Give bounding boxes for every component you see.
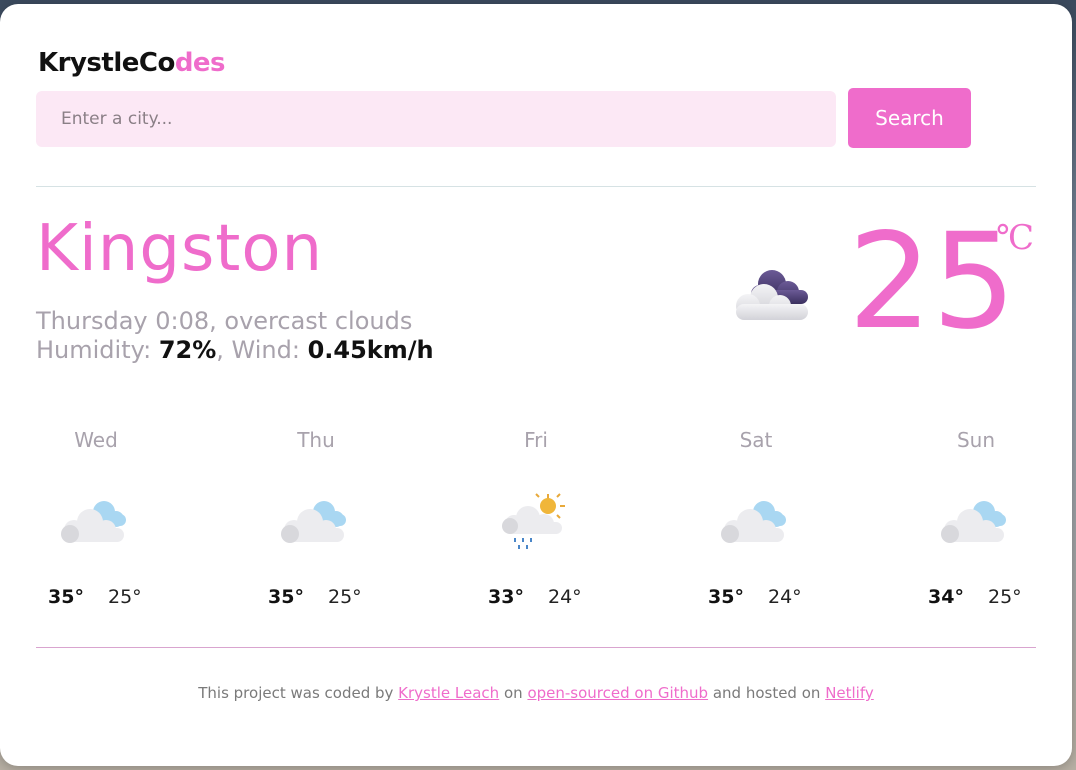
- current-details: Thursday 0:08, overcast clouds Humidity:…: [36, 307, 434, 365]
- search-button[interactable]: Search: [848, 88, 971, 148]
- humidity-value: 72%: [158, 336, 217, 364]
- forecast-max-temp: 33°: [488, 586, 524, 608]
- forecast-day-name: Fri: [524, 428, 548, 452]
- forecast-row: Wed 35° 25° Thu 35° 25° Fri 33° 24° Sat …: [36, 424, 1046, 624]
- netlify-link[interactable]: Netlify: [825, 684, 874, 702]
- forecast-day: Thu 35° 25°: [256, 424, 376, 624]
- forecast-day: Sat 35° 24°: [696, 424, 816, 624]
- forecast-max-temp: 35°: [48, 586, 84, 608]
- forecast-day: Sun 34° 25°: [916, 424, 1036, 624]
- forecast-day-name: Thu: [297, 428, 335, 452]
- wind-value: 0.45km/h: [307, 336, 434, 364]
- humidity-wind-line: Humidity: 72%, Wind: 0.45km/h: [36, 336, 434, 364]
- footer: This project was coded by Krystle Leach …: [0, 684, 1072, 702]
- forecast-day: Wed 35° 25°: [36, 424, 156, 624]
- forecast-max-temp: 35°: [268, 586, 304, 608]
- forecast-min-temp: 25°: [988, 586, 1022, 608]
- divider: [36, 647, 1036, 648]
- weather-description: overcast clouds: [224, 307, 413, 335]
- partly-cloudy-icon: [941, 501, 1006, 543]
- forecast-day-name: Sat: [739, 428, 773, 452]
- humidity-label: Humidity:: [36, 336, 152, 364]
- forecast-min-temp: 24°: [768, 586, 802, 608]
- date-description-line: Thursday 0:08, overcast clouds: [36, 307, 413, 335]
- divider: [36, 186, 1036, 187]
- weather-card: KrystleCodes Search Kingston Thursday 0:…: [0, 4, 1072, 766]
- forecast-min-temp: 25°: [108, 586, 142, 608]
- forecast-min-temp: 24°: [548, 586, 582, 608]
- author-link[interactable]: Krystle Leach: [398, 684, 499, 702]
- day-time: Thursday 0:08: [36, 307, 210, 335]
- forecast-max-temp: 35°: [708, 586, 744, 608]
- forecast-min-temp: 25°: [328, 586, 362, 608]
- logo-text-main: KrystleCo: [38, 48, 175, 78]
- footer-text: on: [503, 684, 523, 702]
- city-search-input[interactable]: [36, 91, 836, 147]
- current-temperature: 25: [848, 205, 1016, 359]
- celsius-unit-toggle[interactable]: ℃: [996, 218, 1034, 258]
- forecast-max-temp: 34°: [928, 586, 964, 608]
- sun-rain-cloud-icon: [502, 493, 565, 549]
- logo[interactable]: KrystleCodes: [38, 48, 226, 78]
- partly-cloudy-icon: [61, 501, 126, 543]
- city-name: Kingston: [36, 212, 324, 286]
- footer-text: This project was coded by: [198, 684, 394, 702]
- forecast-day: Fri 33° 24°: [476, 424, 596, 624]
- forecast-day-name: Sun: [956, 428, 996, 452]
- footer-text: and hosted on: [712, 684, 821, 702]
- partly-cloudy-icon: [721, 501, 786, 543]
- logo-text-accent: des: [174, 48, 226, 78]
- partly-cloudy-icon: [281, 501, 346, 543]
- forecast-day-name: Wed: [74, 428, 118, 452]
- github-link[interactable]: open-sourced on Github: [527, 684, 708, 702]
- wind-label: Wind:: [231, 336, 300, 364]
- overcast-clouds-icon: [736, 270, 808, 320]
